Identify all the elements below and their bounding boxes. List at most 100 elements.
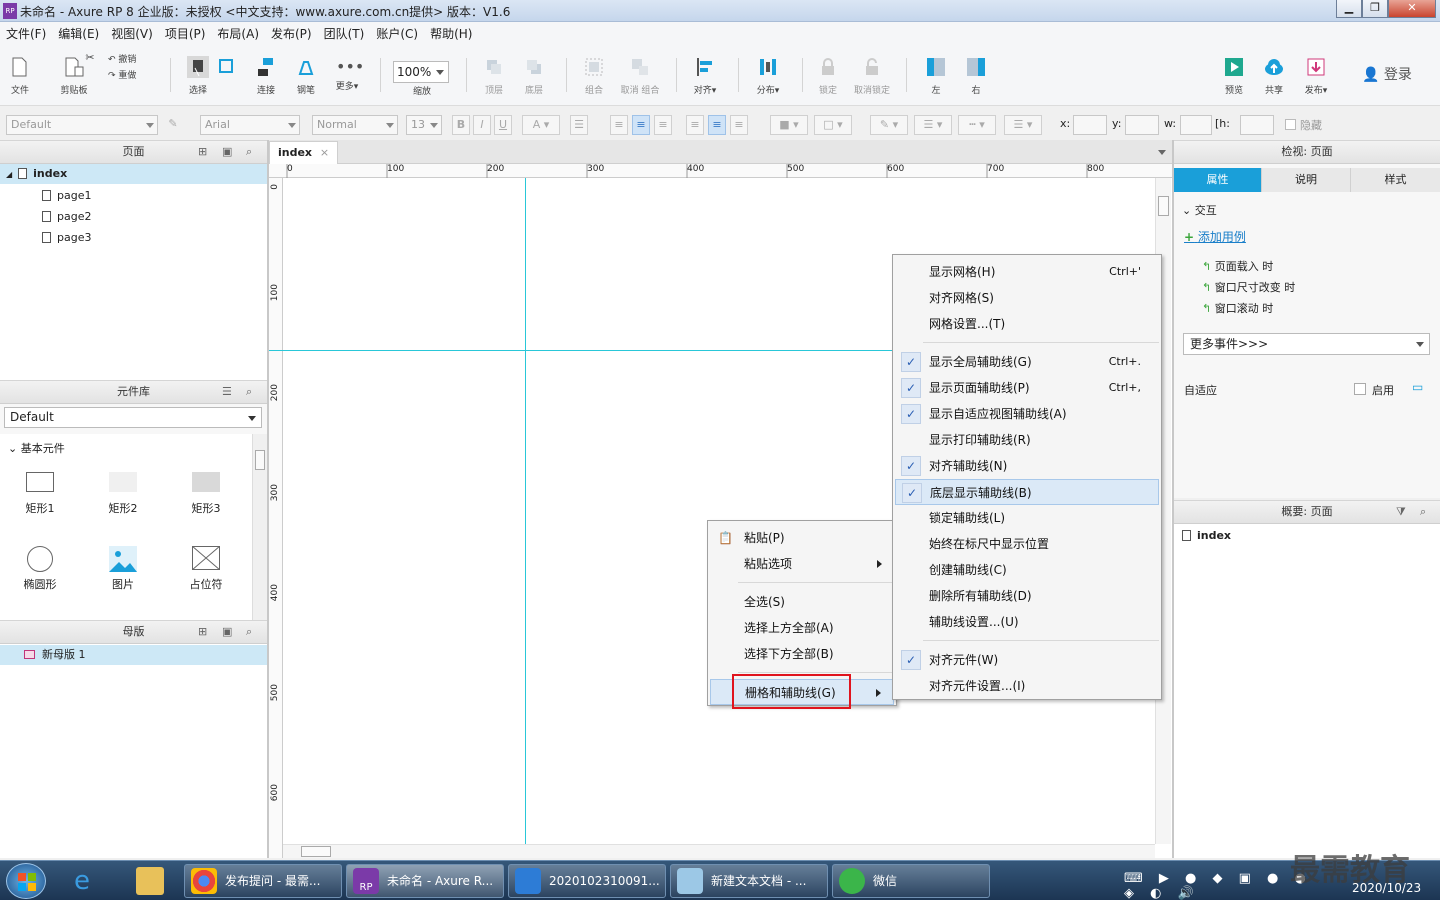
more-events-select[interactable]: 更多事件>>> <box>1183 333 1430 355</box>
search-icon[interactable]: ⌕ <box>1420 501 1426 523</box>
menu-edit[interactable]: 编辑(E) <box>52 22 105 45</box>
page-index[interactable]: ◢ index <box>0 164 267 184</box>
left-panel-toggle[interactable]: 左 <box>922 56 950 97</box>
horizontal-scrollbar[interactable] <box>283 844 1155 858</box>
bullet-list-button[interactable]: ☰ <box>570 115 588 135</box>
submenu-item-snap-widgets[interactable]: ✓ 对齐元件(W) <box>895 647 1159 673</box>
line-style-button[interactable]: ┅ ▾ <box>958 115 996 135</box>
pen-tool[interactable]: 钢笔 <box>292 56 320 97</box>
menu-layout[interactable]: 布局(A) <box>211 22 265 45</box>
style-select[interactable]: Default <box>6 115 158 135</box>
menu-account[interactable]: 账户(C) <box>370 22 424 45</box>
enable-checkbox[interactable] <box>1354 383 1366 395</box>
y-input[interactable] <box>1125 115 1159 135</box>
library-scrollbar[interactable] <box>252 434 267 620</box>
send-bottom-button[interactable]: 底层 <box>520 56 548 97</box>
add-case-link[interactable]: + 添加用例 <box>1184 228 1246 245</box>
valign-middle-button[interactable]: ≡ <box>708 115 726 135</box>
align-center-text-button[interactable]: ≡ <box>632 115 650 135</box>
font-color-button[interactable]: A ▾ <box>522 115 560 135</box>
start-button[interactable] <box>6 863 46 899</box>
font-family-select[interactable]: Arial <box>200 115 300 135</box>
font-weight-select[interactable]: Normal <box>312 115 398 135</box>
arrow-style-button[interactable]: ☰ ▾ <box>1004 115 1042 135</box>
file-button[interactable]: 文件 <box>6 56 34 97</box>
vertical-guide[interactable] <box>525 178 526 844</box>
submenu-item-global-guides[interactable]: ✓ 显示全局辅助线(G) Ctrl+. <box>895 349 1159 375</box>
zoom-select[interactable]: 100% <box>393 61 449 83</box>
search-icon[interactable]: ⌕ <box>246 621 252 643</box>
submenu-item-adaptive-guides[interactable]: ✓ 显示自适应视图辅助线(A) <box>895 401 1159 427</box>
widget-ellipse[interactable]: 椭圆形 <box>18 546 62 592</box>
filter-icon[interactable]: ⧩ <box>1396 501 1406 523</box>
tab-index[interactable]: index × <box>269 141 339 165</box>
group-button[interactable]: 组合 <box>580 56 608 97</box>
add-master-icon[interactable]: ⊞ <box>198 621 207 643</box>
undo-button[interactable]: ↶ 撤销 <box>108 54 148 66</box>
adaptive-settings-icon[interactable]: ▭ <box>1412 380 1428 394</box>
submenu-item-lock-guides[interactable]: 锁定辅助线(L) <box>895 505 1159 531</box>
font-size-select[interactable]: 13 <box>406 115 442 135</box>
publish-button[interactable]: 发布▾ <box>1298 56 1334 97</box>
page-item[interactable]: page2 <box>42 207 91 227</box>
widget-rectangle1[interactable]: 矩形1 <box>18 472 62 516</box>
event-item[interactable]: ↰ 窗口滚动 时 <box>1202 300 1273 316</box>
submenu-item-ruler-position[interactable]: 始终在标尺中显示位置 <box>895 531 1159 557</box>
menu-item-select-above[interactable]: 选择上方全部(A) <box>710 615 894 641</box>
lock-button[interactable]: 锁定 <box>814 56 842 97</box>
taskbar-item-notepad[interactable]: 新建文本文档 - ... <box>670 864 828 898</box>
h-input[interactable] <box>1240 115 1274 135</box>
widget-placeholder[interactable]: 占位符 <box>184 546 228 592</box>
interactions-section[interactable]: ⌄ 交互 <box>1182 202 1217 218</box>
minimize-button[interactable]: ▁ <box>1336 0 1362 18</box>
menu-item-paste[interactable]: 📋 粘贴(P) <box>710 525 894 551</box>
search-icon[interactable]: ⌕ <box>246 141 252 163</box>
submenu-item-snap-grid[interactable]: 对齐网格(S) <box>895 285 1159 311</box>
align-right-text-button[interactable]: ≡ <box>654 115 672 135</box>
underline-button[interactable]: U <box>494 115 512 135</box>
widget-rectangle3[interactable]: 矩形3 <box>184 472 228 516</box>
right-panel-toggle[interactable]: 右 <box>962 56 990 97</box>
menu-icon[interactable]: ☰ <box>222 381 232 403</box>
menu-view[interactable]: 视图(V) <box>105 22 159 45</box>
login-button[interactable]: 👤 登录 <box>1362 64 1412 84</box>
fill-color-button[interactable]: ■ ▾ <box>770 115 808 135</box>
tab-notes[interactable]: 说明 <box>1262 168 1351 192</box>
tab-list-chevron-icon[interactable] <box>1158 150 1166 159</box>
widget-image[interactable]: 图片 <box>101 546 145 592</box>
submenu-item-guide-settings[interactable]: 辅助线设置...(U) <box>895 609 1159 635</box>
add-folder-icon[interactable]: ▣ <box>222 621 232 643</box>
w-input[interactable] <box>1180 115 1212 135</box>
menu-item-paste-options[interactable]: 粘贴选项 <box>710 551 894 577</box>
page-item[interactable]: page1 <box>42 186 91 206</box>
submenu-item-snap-guides[interactable]: ✓ 对齐辅助线(N) <box>895 453 1159 479</box>
maximize-button[interactable]: ❐ <box>1362 0 1388 18</box>
submenu-item-snap-widget-settings[interactable]: 对齐元件设置...(I) <box>895 673 1159 699</box>
connect-tool[interactable]: 连接 <box>252 56 280 97</box>
event-item[interactable]: ↰ 窗口尺寸改变 时 <box>1202 279 1295 295</box>
event-item[interactable]: ↰ 页面载入 时 <box>1202 258 1273 274</box>
tab-style[interactable]: 样式 <box>1351 168 1440 192</box>
cut-icon[interactable]: ✂ <box>84 52 96 64</box>
submenu-item-create-guides[interactable]: 创建辅助线(C) <box>895 557 1159 583</box>
explorer-icon[interactable] <box>136 867 164 895</box>
library-select[interactable]: Default <box>4 407 262 428</box>
taskbar-item-axure[interactable]: RP 未命名 - Axure R... <box>346 864 504 898</box>
style-edit-icon[interactable]: ✎ <box>164 115 182 135</box>
valign-top-button[interactable]: ≡ <box>686 115 704 135</box>
unlock-button[interactable]: 取消锁定 <box>852 56 892 97</box>
menu-publish[interactable]: 发布(P) <box>265 22 318 45</box>
taskbar-item-chrome[interactable]: 发布提问 - 最需... <box>184 864 342 898</box>
submenu-item-show-grid[interactable]: 显示网格(H) Ctrl+' <box>895 259 1159 285</box>
more-tools-button[interactable]: ••• 更多▾ <box>330 56 365 93</box>
bring-top-button[interactable]: 顶层 <box>480 56 508 97</box>
crop-icon[interactable] <box>212 56 240 85</box>
tab-properties[interactable]: 属性 <box>1174 168 1262 192</box>
redo-button[interactable]: ↷ 重做 <box>108 70 148 82</box>
align-button[interactable]: 对齐▾ <box>688 56 722 97</box>
menu-team[interactable]: 团队(T) <box>318 22 371 45</box>
bold-button[interactable]: B <box>452 115 470 135</box>
submenu-item-delete-guides[interactable]: 删除所有辅助线(D) <box>895 583 1159 609</box>
widget-rectangle2[interactable]: 矩形2 <box>101 472 145 516</box>
shadow-button[interactable]: □ ▾ <box>814 115 852 135</box>
